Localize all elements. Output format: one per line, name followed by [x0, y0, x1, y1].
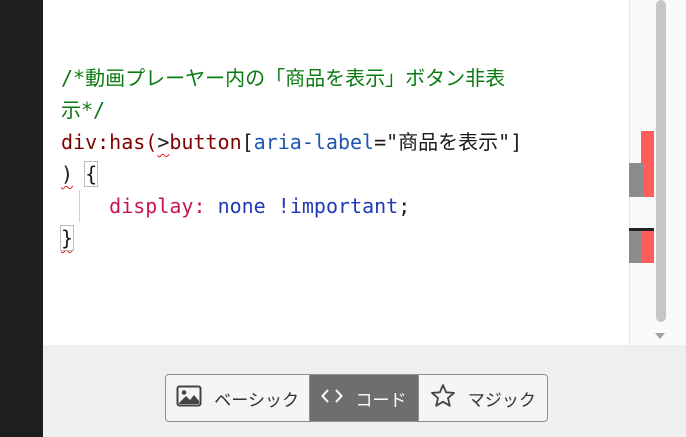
attr-bracket-open: [: [241, 130, 254, 154]
selector-div-has: div:has(: [61, 130, 158, 154]
indent-guide: [79, 190, 80, 222]
mode-code-label: コード: [355, 390, 407, 411]
attr-name: aria-label: [253, 130, 375, 154]
property-name: display: [109, 194, 194, 218]
brace-open: {: [84, 161, 99, 187]
mode-basic-button[interactable]: ベーシック: [166, 375, 309, 421]
cursor-marker: [629, 228, 654, 231]
attr-equals: =: [374, 130, 387, 154]
brace-close: }: [59, 225, 75, 251]
mode-switch: ベーシック コード マジック: [165, 374, 548, 422]
property-value: none: [217, 194, 266, 218]
code-line-4: ) {: [61, 158, 621, 190]
code-line-1: /*動画プレーヤー内の「商品を表示」ボタン非表: [61, 62, 621, 94]
semicolon: ;: [398, 194, 411, 218]
code-editor[interactable]: /*動画プレーヤー内の「商品を表示」ボタン非表 示*/ div:has(>but…: [43, 0, 629, 345]
important-keyword: !important: [277, 194, 399, 218]
code-content[interactable]: /*動画プレーヤー内の「商品を表示」ボタン非表 示*/ div:has(>but…: [59, 62, 621, 254]
property-colon: :: [193, 194, 218, 218]
left-dark-edge: [0, 0, 43, 437]
mode-basic-label: ベーシック: [214, 390, 299, 411]
code-line-2: 示*/: [61, 94, 621, 126]
code-line-3: div:has(>button[aria-label="商品を表示"]: [61, 126, 621, 158]
comment-text: /*動画プレーヤー内の「商品を表示」ボタン非表: [61, 66, 506, 90]
editor-panel: /*動画プレーヤー内の「商品を表示」ボタン非表 示*/ div:has(>but…: [43, 0, 686, 437]
change-marker: [629, 163, 643, 197]
image-icon: [176, 385, 202, 412]
code-line-6: }: [59, 222, 621, 254]
mode-code-button[interactable]: コード: [309, 375, 418, 421]
mode-bar: ベーシック コード マジック: [43, 345, 686, 437]
attr-value: "商品を表示": [386, 130, 511, 154]
code-brackets-icon: [321, 388, 344, 409]
selector-button: button: [169, 130, 242, 154]
scrollbar-thumb[interactable]: [656, 0, 666, 322]
code-line-5: display: none !important;: [61, 190, 621, 222]
star-icon: [430, 383, 456, 413]
paren-close: ): [61, 162, 74, 186]
mode-magic-button[interactable]: マジック: [417, 375, 547, 421]
mode-magic-label: マジック: [467, 390, 536, 411]
scroll-down-arrow-icon[interactable]: [655, 333, 665, 339]
error-marker: [641, 228, 654, 263]
attr-bracket-close: ]: [510, 130, 523, 154]
comment-text-end: 示*/: [61, 98, 106, 122]
child-combinator: >: [157, 130, 170, 154]
